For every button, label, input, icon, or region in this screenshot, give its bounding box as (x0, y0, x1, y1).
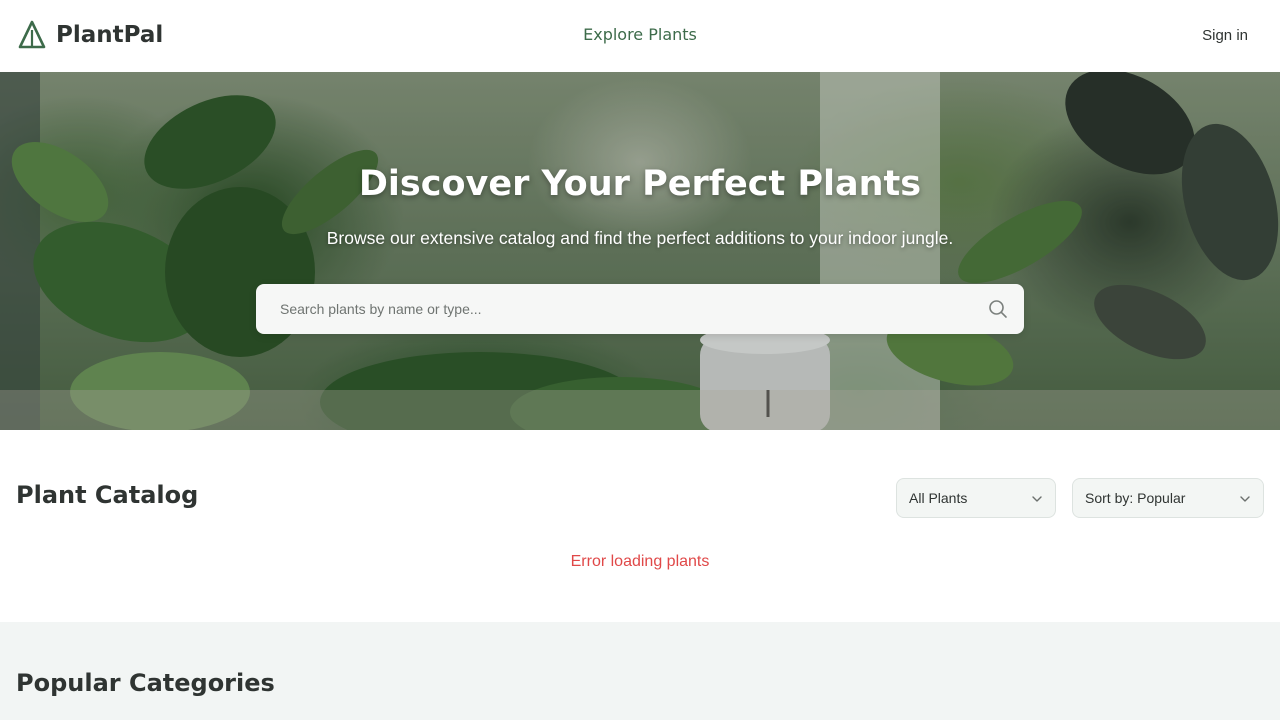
search-icon[interactable] (988, 299, 1008, 319)
catalog-error-message: Error loading plants (570, 553, 710, 570)
brand-logo-link[interactable]: PlantPal (18, 20, 163, 50)
search-input[interactable] (280, 284, 970, 334)
brand-name: PlantPal (56, 22, 164, 48)
sort-value: Sort by: Popular (1085, 490, 1186, 506)
plant-filter-select[interactable]: All Plants (896, 478, 1056, 518)
hero-banner: Discover Your Perfect Plants Browse our … (0, 72, 1280, 430)
catalog-title: Plant Catalog (16, 481, 199, 509)
sign-in-link[interactable]: Sign in (1202, 27, 1248, 44)
sort-select[interactable]: Sort by: Popular (1072, 478, 1264, 518)
search-bar (256, 284, 1024, 334)
hero-title: Discover Your Perfect Plants (358, 164, 922, 204)
site-header: PlantPal Explore Plants Sign in (0, 0, 1280, 72)
plant-filter-value: All Plants (909, 490, 968, 506)
chevron-down-icon (1032, 496, 1042, 502)
hero-subtitle: Browse our extensive catalog and find th… (326, 228, 954, 248)
popular-categories-section: Popular Categories (0, 622, 1280, 720)
nav-explore-plants[interactable]: Explore Plants (583, 25, 697, 44)
plant-logo-icon (18, 20, 46, 49)
hero-overlay (0, 72, 1280, 430)
categories-title: Popular Categories (16, 669, 275, 697)
chevron-down-icon (1240, 496, 1250, 502)
